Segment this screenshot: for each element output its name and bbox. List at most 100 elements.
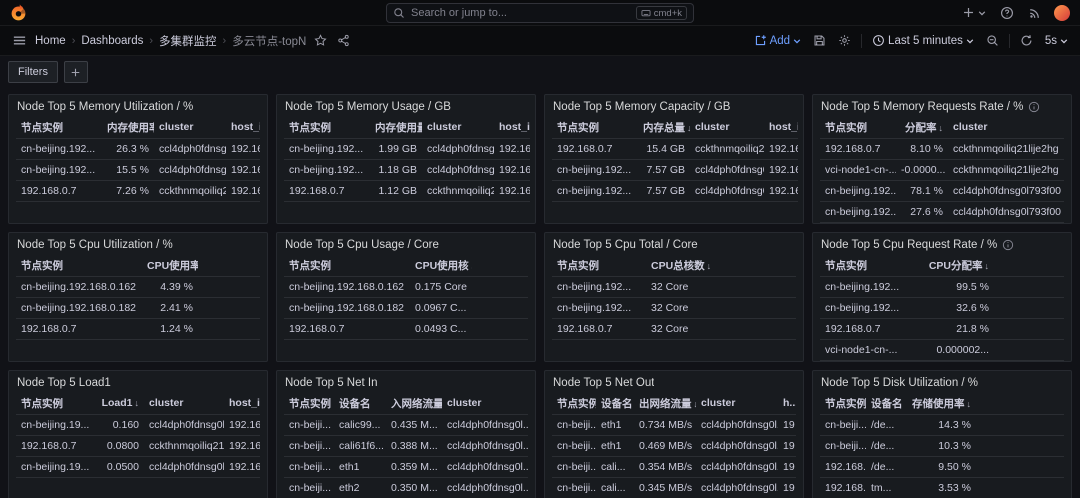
column-header[interactable]: 设备名 [596,393,634,414]
table-cell: 27.6 % [896,201,948,222]
table-cell: 4.39 % [142,276,198,297]
column-header[interactable]: cluster [154,117,226,138]
menu-icon[interactable] [10,31,29,50]
search-input[interactable]: Search or jump to... cmd+k [386,3,694,23]
column-header[interactable]: 节点实例 [284,255,410,276]
column-header[interactable]: cluster [696,393,778,414]
column-header[interactable]: 节点实例 [820,255,914,276]
panel-title[interactable]: Node Top 5 Disk Utilization / % [821,377,978,389]
news-icon[interactable] [1026,4,1044,22]
column-header[interactable]: Load1↓ [92,393,144,414]
user-avatar[interactable] [1054,5,1070,21]
panel-title[interactable]: Node Top 5 Memory Capacity / GB [553,101,730,113]
table-cell: 192.168.0.7 [552,318,646,339]
header-row: 节点实例CPU使用核↓ [284,255,528,276]
column-header[interactable]: 内存使用率↓ [102,117,154,138]
table-cell: ccl4dph0fdnsg0l... [144,456,224,477]
column-header[interactable]: 分配率↓ [896,117,948,138]
table-cell: cn-beijing.192.168.0.162 [16,276,142,297]
table-cell: cn-beijing.192... [552,180,638,201]
column-header[interactable]: 设备名 [334,393,386,414]
column-header[interactable]: cluster [422,117,494,138]
column-header[interactable]: 节点实例 [16,393,92,414]
column-header[interactable]: cluster [144,393,224,414]
breadcrumb-dashboards[interactable]: Dashboards [81,35,143,47]
column-header[interactable]: 内存总量↓ [638,117,690,138]
table-cell: -0.0000... [896,159,948,180]
table-cell: cali61f6... [334,435,386,456]
column-header[interactable]: 节点实例 [820,393,866,414]
column-header[interactable]: CPU总核数↓ [646,255,716,276]
column-header[interactable]: 节点实例 [16,255,142,276]
breadcrumb-home[interactable]: Home [35,35,66,47]
panel: Node Top 5 Memory Usage / GB 节点实例内存使用量↓cl… [276,94,536,224]
filters-button[interactable]: Filters [8,61,58,83]
star-icon[interactable] [312,32,329,49]
new-button[interactable] [960,4,988,21]
table-cell: cn-beijing.19... [16,456,92,477]
table-cell: 1.99 GB [370,138,422,159]
time-range-picker[interactable]: Last 5 minutes [870,32,976,49]
table-cell: 15.4 GB [638,138,690,159]
table-row: cn-beiji...cali61f6...0.388 M...ccl4dph0… [284,435,528,456]
column-header[interactable]: CPU使用核↓ [410,255,472,276]
spacer-cell [716,318,796,339]
column-header[interactable]: 节点实例 [552,393,596,414]
add-filter-button[interactable] [64,61,88,83]
panel-title[interactable]: Node Top 5 Cpu Utilization / % [17,239,173,251]
breadcrumb-folder[interactable]: 多集群监控 [159,33,217,49]
panel-title[interactable]: Node Top 5 Net Out [553,377,654,389]
info-icon[interactable] [1028,101,1040,113]
column-header[interactable]: 存储使用率↓ [906,393,976,414]
column-header[interactable]: CPU分配率↓ [914,255,994,276]
column-header[interactable]: CPU使用率↓ [142,255,198,276]
column-header[interactable]: 节点实例 [552,255,646,276]
table-cell: tm... [866,477,906,498]
save-icon[interactable] [811,32,828,49]
column-header[interactable]: 出网络流量↓ [634,393,696,414]
help-icon[interactable] [998,4,1016,22]
column-header[interactable]: 节点实例 [284,393,334,414]
column-header[interactable]: host_ip [764,117,798,138]
table-cell: 3.53 % [906,477,976,498]
column-header[interactable]: host_ip [494,117,530,138]
settings-icon[interactable] [836,32,853,49]
column-header[interactable]: cluster [948,117,1064,138]
spacer-cell [976,414,1064,435]
info-icon[interactable] [1002,239,1014,251]
table-cell: 7.57 GB [638,180,690,201]
panel-title[interactable]: Node Top 5 Memory Requests Rate / % [821,101,1023,113]
add-panel-button[interactable]: Add [752,32,803,49]
panel: Node Top 5 Memory Requests Rate / % 节点实例分… [812,94,1072,224]
column-header[interactable]: 设备名 [866,393,906,414]
column-header[interactable]: cluster [690,117,764,138]
column-header[interactable]: host_ip [224,393,260,414]
grafana-logo[interactable] [10,4,27,21]
panel-title[interactable]: Node Top 5 Net In [285,377,378,389]
table-cell: ccl4dph0fdnsg0l... [442,456,528,477]
column-header[interactable]: 内存使用量↓ [370,117,422,138]
column-header[interactable]: 入网络流量↓ [386,393,442,414]
column-header[interactable]: 节点实例 [284,117,370,138]
table-cell: 26.3 % [102,138,154,159]
topn-table: 节点实例Load1↓clusterhost_ip cn-beijing.19...… [16,393,260,478]
panel-title[interactable]: Node Top 5 Memory Usage / GB [285,101,451,113]
table-row: cn-beijing.192...1.99 GBccl4dph0fdnsg0l.… [284,138,530,159]
refresh-icon[interactable] [1018,32,1035,49]
table-cell: cn-beiji... [552,477,596,498]
zoom-out-icon[interactable] [984,32,1001,49]
panel-title[interactable]: Node Top 5 Cpu Usage / Core [285,239,439,251]
column-header[interactable]: h... [778,393,796,414]
column-header[interactable]: 节点实例 [16,117,102,138]
panel-title[interactable]: Node Top 5 Cpu Request Rate / % [821,239,997,251]
panel-title[interactable]: Node Top 5 Cpu Total / Core [553,239,698,251]
panel-title[interactable]: Node Top 5 Memory Utilization / % [17,101,193,113]
column-header[interactable]: 节点实例 [820,117,896,138]
column-header[interactable]: cluster [442,393,528,414]
column-header[interactable]: host_i [226,117,260,138]
panel-title[interactable]: Node Top 5 Load1 [17,377,111,389]
column-header[interactable]: 节点实例 [552,117,638,138]
table-cell: cckthnmqoiliq21lij... [422,180,494,201]
refresh-interval-picker[interactable]: 5s [1043,33,1070,49]
share-icon[interactable] [335,32,352,49]
